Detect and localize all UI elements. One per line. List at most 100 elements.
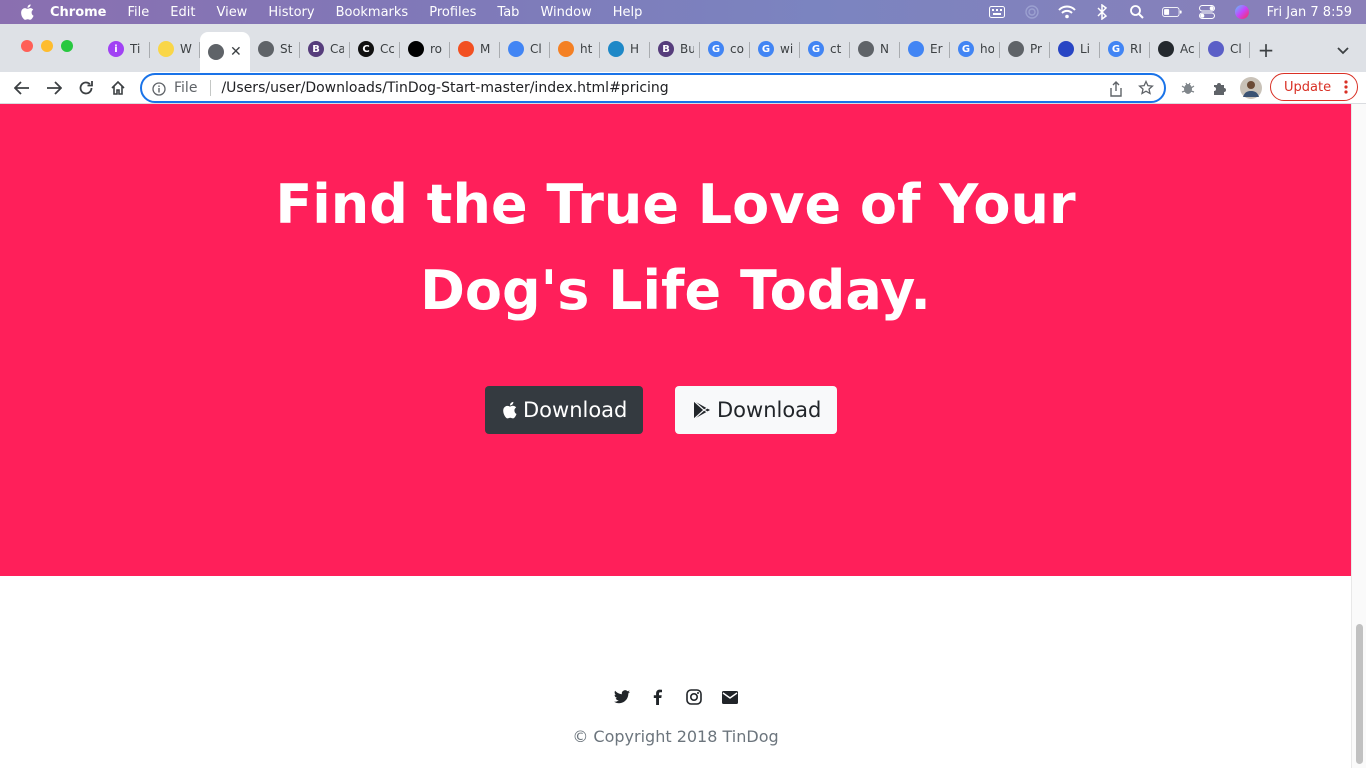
reload-button[interactable] — [75, 77, 97, 99]
google-icon: G — [1108, 41, 1124, 57]
browser-tab[interactable]: C Cc — [350, 34, 400, 64]
browser-tab[interactable]: W — [150, 34, 200, 64]
browser-tab[interactable]: B Ca — [300, 34, 350, 64]
tab-title: ht — [580, 42, 593, 56]
browser-tab[interactable]: Gco — [700, 34, 750, 64]
scrollbar-thumb[interactable] — [1356, 624, 1363, 764]
menu-edit[interactable]: Edit — [170, 5, 195, 20]
home-button[interactable] — [107, 77, 129, 99]
code-blue-icon — [608, 41, 624, 57]
page-scrollbar[interactable] — [1351, 104, 1366, 768]
tab-title: Ca — [330, 42, 344, 56]
ms-grid-icon — [458, 41, 474, 57]
browser-tab[interactable]: ro — [400, 34, 450, 64]
download-google-play-button[interactable]: Download — [675, 386, 837, 434]
tab-title: Cc — [380, 42, 394, 56]
tab-separator — [1249, 42, 1250, 58]
battery-icon[interactable] — [1161, 4, 1182, 20]
globe-icon — [208, 44, 224, 60]
menu-bar-clock[interactable]: Fri Jan 7 8:59 — [1267, 5, 1352, 20]
menu-bookmarks[interactable]: Bookmarks — [336, 5, 409, 20]
keyboard-icon[interactable] — [987, 4, 1007, 20]
browser-tab[interactable]: St — [250, 34, 300, 64]
download-app-store-button[interactable]: Download — [485, 386, 643, 434]
bookmark-star-icon[interactable] — [1138, 79, 1154, 96]
browser-tab[interactable]: Pr — [1000, 34, 1050, 64]
window-close-button[interactable] — [21, 40, 33, 52]
menu-app-chrome[interactable]: Chrome — [50, 5, 107, 20]
browser-tab[interactable]: Er — [900, 34, 950, 64]
globe-icon — [1008, 41, 1024, 57]
bug-extension-icon[interactable] — [1177, 77, 1199, 99]
instagram-icon[interactable] — [685, 689, 702, 705]
new-tab-button[interactable]: + — [1256, 38, 1276, 62]
wifi-icon[interactable] — [1057, 4, 1077, 20]
window-zoom-button[interactable] — [61, 40, 73, 52]
menu-view[interactable]: View — [216, 5, 247, 20]
menu-tab[interactable]: Tab — [497, 5, 519, 20]
email-icon[interactable] — [721, 689, 738, 705]
tab-title: RI — [1130, 42, 1142, 56]
footer-social-icons — [0, 689, 1351, 705]
url-text[interactable]: /Users/user/Downloads/TinDog-Start-maste… — [221, 80, 668, 96]
browser-tab[interactable]: Ac — [1150, 34, 1200, 64]
browser-tab[interactable]: N — [850, 34, 900, 64]
tab-title: Bu — [680, 42, 694, 56]
tab-title: H — [630, 42, 640, 56]
tab-title: wi — [780, 42, 794, 56]
share-icon[interactable] — [1108, 81, 1124, 97]
tab-title: Er — [930, 42, 943, 56]
browser-tab[interactable]: ✕ — [200, 32, 250, 72]
back-button[interactable] — [11, 77, 33, 99]
extensions-puzzle-icon[interactable] — [1209, 77, 1231, 99]
browser-tab[interactable]: B Bu — [650, 34, 700, 64]
browser-tab[interactable]: ht — [550, 34, 600, 64]
browser-tab[interactable]: M — [450, 34, 500, 64]
profile-avatar[interactable] — [1240, 77, 1262, 99]
apple-menu-icon[interactable] — [20, 4, 36, 20]
flag-icon — [508, 41, 524, 57]
menu-help[interactable]: Help — [613, 5, 643, 20]
apple-icon — [502, 400, 520, 420]
tab-title: Ti — [130, 42, 141, 56]
browser-tab[interactable]: H — [600, 34, 650, 64]
google-icon: G — [958, 41, 974, 57]
update-chrome-button[interactable]: Update — [1270, 73, 1358, 101]
menu-file[interactable]: File — [128, 5, 150, 20]
siri-icon[interactable] — [1232, 4, 1252, 20]
more-menu-icon[interactable] — [1344, 79, 1348, 95]
copyright-text: © Copyright 2018 TinDog — [572, 727, 779, 746]
twitter-icon[interactable] — [613, 689, 630, 705]
window-minimize-button[interactable] — [41, 40, 53, 52]
bootstrap-icon: B — [308, 41, 324, 57]
browser-tab[interactable]: Cl — [1200, 34, 1250, 64]
menu-profiles[interactable]: Profiles — [429, 5, 476, 20]
bluetooth-icon[interactable] — [1092, 4, 1112, 20]
tab-search-chevron-icon[interactable] — [1336, 42, 1350, 56]
cta-title-line-2: Dog's Life Today. — [420, 259, 931, 322]
tab-title: St — [280, 42, 293, 56]
airdrop-icon[interactable] — [1022, 4, 1042, 20]
browser-toolbar: File /Users/user/Downloads/TinDog-Start-… — [0, 72, 1366, 104]
browser-tab[interactable]: G RI — [1100, 34, 1150, 64]
control-center-icon[interactable] — [1197, 4, 1217, 20]
site-info-icon[interactable] — [152, 81, 166, 96]
browser-tab[interactable]: Gct — [800, 34, 850, 64]
black-box-icon — [408, 41, 424, 57]
menu-window[interactable]: Window — [540, 5, 591, 20]
close-tab-icon[interactable]: ✕ — [230, 44, 242, 60]
spotlight-search-icon[interactable] — [1127, 4, 1147, 20]
flag-icon — [908, 41, 924, 57]
browser-tab[interactable]: Gho — [950, 34, 1000, 64]
browser-tab[interactable]: Li — [1050, 34, 1100, 64]
browser-tab[interactable]: Gwi — [750, 34, 800, 64]
browser-tab[interactable]: Cl — [500, 34, 550, 64]
tab-title: M — [480, 42, 491, 56]
forward-button[interactable] — [43, 77, 65, 99]
tab-title: Cl — [530, 42, 542, 56]
teams-icon — [1208, 41, 1224, 57]
menu-history[interactable]: History — [268, 5, 314, 20]
address-bar[interactable]: File /Users/user/Downloads/TinDog-Start-… — [140, 73, 1166, 103]
browser-tab[interactable]: i Ti — [100, 34, 150, 64]
facebook-icon[interactable] — [650, 689, 666, 705]
